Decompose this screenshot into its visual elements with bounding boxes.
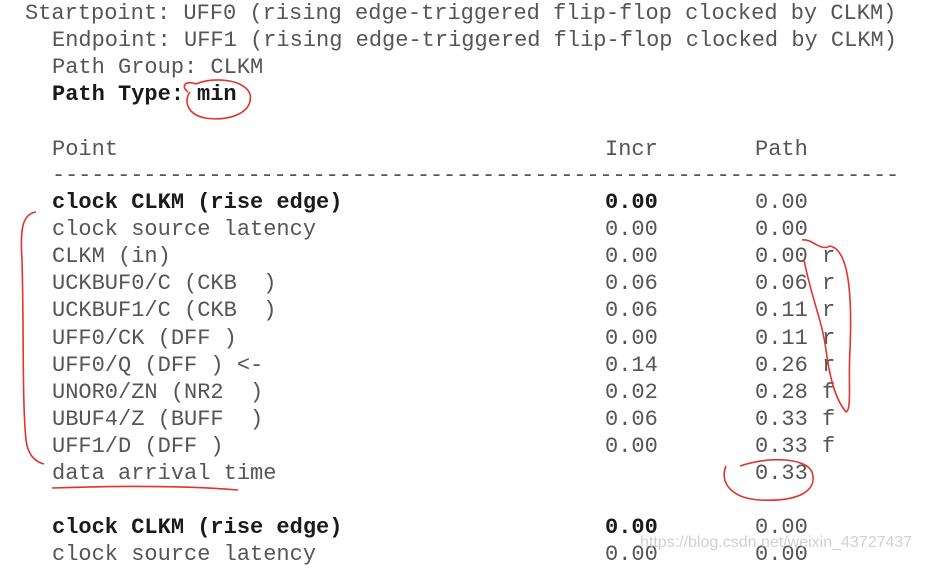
watermark: https://blog.csdn.net/weixin_43727437 [640, 534, 913, 551]
underline-data-arrival-annotation [51, 485, 239, 491]
left-bracket-annotation [20, 211, 45, 465]
circle-arrival-time-annotation [723, 458, 814, 501]
circle-min-annotation [183, 79, 252, 120]
flag-bracket-annotation [801, 239, 852, 413]
red-annotations [20, 79, 852, 501]
